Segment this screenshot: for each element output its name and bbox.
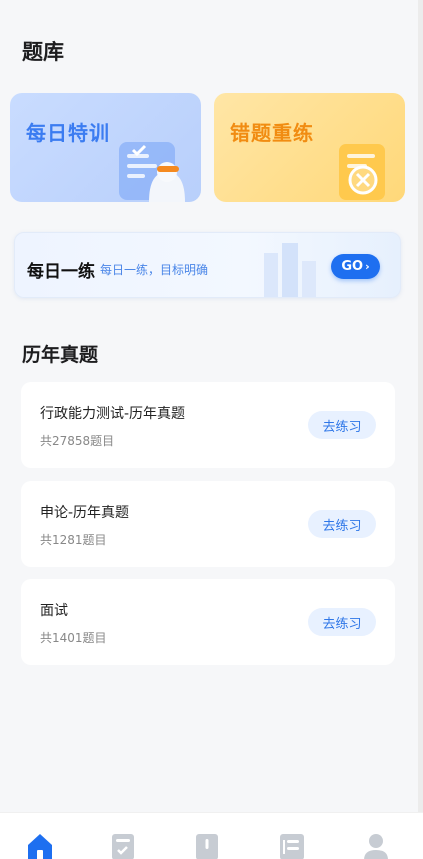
practice-button[interactable]: 去练习 [308, 411, 376, 439]
go-label: GO [341, 259, 364, 274]
practice-button[interactable]: 去练习 [308, 510, 376, 538]
list-item[interactable]: 申论-历年真题 共1281题目 去练习 [21, 481, 395, 567]
home-icon[interactable] [26, 833, 54, 859]
wrong-review-title: 错题重练 [230, 121, 314, 145]
daily-training-title: 每日特训 [26, 121, 110, 145]
banner-subtitle: 每日一练，目标明确 [100, 263, 209, 277]
buildings-decoration-icon [264, 243, 316, 297]
chevron-right-icon: › [365, 260, 370, 273]
item-count: 共1401题目 [40, 631, 107, 645]
news-icon[interactable] [279, 833, 305, 859]
list-item[interactable]: 面试 共1401题目 去练习 [21, 579, 395, 665]
scrollbar-track [418, 0, 423, 812]
notice-icon[interactable] [195, 833, 219, 859]
section-title: 历年真题 [22, 344, 99, 366]
go-button[interactable]: GO › [331, 254, 380, 279]
list-item[interactable]: 行政能力测试-历年真题 共27858题目 去练习 [21, 382, 395, 468]
item-name: 申论-历年真题 [40, 505, 130, 521]
item-count: 共27858题目 [40, 434, 115, 448]
wrong-review-card[interactable]: 错题重练 [214, 93, 405, 202]
daily-practice-banner[interactable]: 每日一练 每日一练，目标明确 GO › [14, 232, 401, 298]
clipboard-icon [119, 142, 185, 202]
bottom-tab-bar [0, 812, 423, 859]
item-name: 面试 [40, 603, 68, 619]
banner-title: 每日一练 [27, 262, 95, 282]
item-name: 行政能力测试-历年真题 [40, 406, 186, 422]
item-count: 共1281题目 [40, 533, 107, 547]
checklist-icon[interactable] [111, 833, 135, 859]
page-title: 题库 [22, 40, 64, 64]
practice-button[interactable]: 去练习 [308, 608, 376, 636]
notebook-magnifier-icon [339, 144, 385, 200]
user-icon[interactable] [363, 833, 389, 859]
daily-training-card[interactable]: 每日特训 [10, 93, 201, 202]
